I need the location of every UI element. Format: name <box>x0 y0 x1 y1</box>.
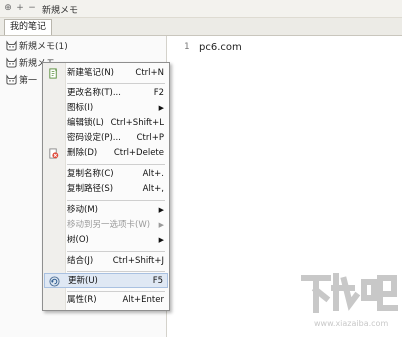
menu-item-new-note[interactable]: 新建笔记(N) Ctrl+N <box>44 66 168 81</box>
menu-item-combine[interactable]: 结合(J) Ctrl+Shift+J <box>44 254 168 269</box>
new-note-icon <box>49 68 58 79</box>
note-label: 第一 <box>19 76 38 86</box>
menu-item-edit-lock[interactable]: 编辑锁(L) Ctrl+Shift+L <box>44 116 168 131</box>
minus-icon[interactable]: − <box>27 3 37 13</box>
watermark-logo: www.xiazaiba.com <box>301 273 398 328</box>
list-item[interactable]: 第一 <box>6 74 37 89</box>
menu-separator <box>67 271 165 272</box>
context-menu: 新建笔记(N) Ctrl+N 更改名称(T)... F2 图标(I) ▶ 编辑锁… <box>42 62 170 311</box>
menu-separator <box>67 83 165 84</box>
note-label: 新規メモ(1) <box>19 42 68 52</box>
tab-my-notes[interactable]: 我的笔记 <box>4 19 53 35</box>
menu-item-refresh[interactable]: 更新(U) F5 <box>44 273 168 288</box>
window-title: 新規メモ <box>42 6 79 16</box>
delete-icon <box>49 148 59 159</box>
editor-text[interactable]: pc6.com <box>199 42 242 53</box>
menu-item-password[interactable]: 密码设定(P)... Ctrl+P <box>44 131 168 146</box>
menu-item-move[interactable]: 移动(M) ▶ <box>44 203 168 218</box>
submenu-arrow-icon: ▶ <box>158 206 164 214</box>
menu-item-copy-path[interactable]: 复制路径(S) Alt+, <box>44 182 168 197</box>
menu-separator <box>67 251 165 252</box>
menu-separator <box>67 291 165 292</box>
line-number: 1 <box>184 42 190 52</box>
submenu-arrow-icon: ▶ <box>158 104 164 112</box>
tab-bar: 我的笔记 <box>0 18 402 36</box>
line-gutter: 1 <box>167 36 195 337</box>
menu-item-copy-name[interactable]: 复制名称(C) Alt+. <box>44 167 168 182</box>
menu-item-tree[interactable]: 树(O) ▶ <box>44 233 168 248</box>
menu-item-icon[interactable]: 图标(I) ▶ <box>44 101 168 116</box>
svg-text:www.xiazaiba.com: www.xiazaiba.com <box>314 319 388 328</box>
submenu-arrow-icon: ▶ <box>158 221 164 229</box>
menu-item-properties[interactable]: 属性(R) Alt+Enter <box>44 293 168 308</box>
menu-item-rename[interactable]: 更改名称(T)... F2 <box>44 86 168 101</box>
menu-separator <box>67 200 165 201</box>
menu-item-move-to-tab: 移动到另一选项卡(W) ▶ <box>44 218 168 233</box>
list-item[interactable]: 新規メモ(1) <box>6 40 68 55</box>
menu-item-delete[interactable]: 删除(D) Ctrl+Delete <box>44 146 168 161</box>
menu-separator <box>67 164 165 165</box>
title-bar: ⊕ + − 新規メモ <box>0 0 402 18</box>
pin-icon[interactable]: ⊕ <box>3 3 13 13</box>
add-icon[interactable]: + <box>15 3 25 13</box>
cat-note-icon <box>6 40 17 51</box>
submenu-arrow-icon: ▶ <box>158 236 164 244</box>
cat-note-icon <box>6 74 17 85</box>
refresh-icon <box>49 276 60 287</box>
cat-note-icon <box>6 57 17 68</box>
